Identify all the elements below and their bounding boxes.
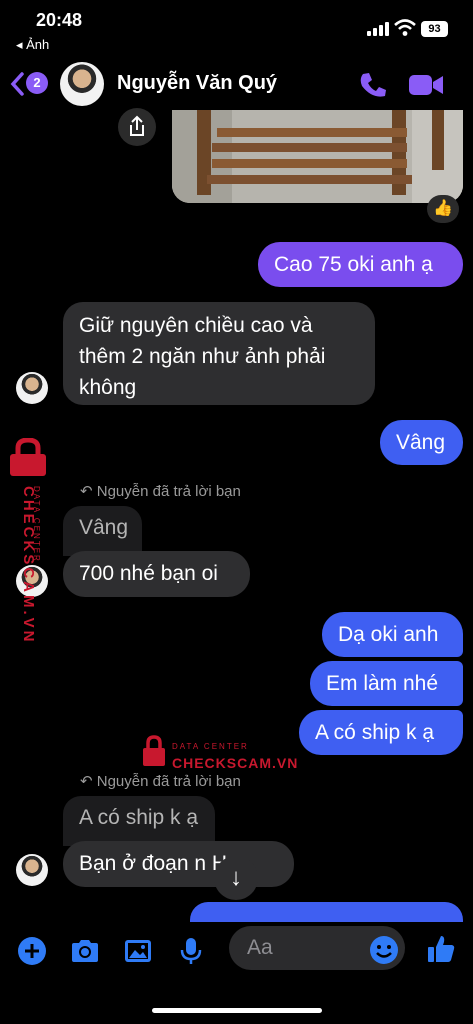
reply-arrow-icon: ↶ — [80, 483, 97, 500]
reply-note-text: Nguyễn đã trả lời bạn — [96, 483, 241, 500]
shared-photo[interactable] — [172, 110, 463, 203]
contact-avatar[interactable] — [60, 62, 104, 106]
reply-note: ↶ Nguyễn đã trả lời bạn — [80, 772, 241, 790]
emoji-icon[interactable] — [368, 934, 400, 966]
watermark-subtext: DATA CENTER — [32, 486, 41, 563]
outgoing-message[interactable]: Vâng — [380, 420, 463, 465]
reply-note-text: Nguyễn đã trả lời bạn — [96, 773, 241, 790]
battery-icon: 93 — [421, 21, 448, 37]
outgoing-message[interactable]: Em làm nhé — [310, 661, 463, 706]
message-line: Giữ nguyên chiều cao và — [79, 314, 313, 337]
incoming-message[interactable]: Giữ nguyên chiều cao và thêm 2 ngăn như … — [63, 302, 375, 405]
lock-watermark-icon — [143, 735, 165, 766]
outgoing-message[interactable]: Dạ oki anh — [322, 612, 463, 657]
watermark-subtext: DATA CENTER — [172, 742, 249, 751]
outgoing-message-partial[interactable] — [190, 902, 463, 922]
status-time: 20:48 — [36, 10, 83, 30]
incoming-message[interactable]: 700 nhé bạn oi — [63, 551, 250, 597]
outgoing-message[interactable]: Cao 75 oki anh ạ — [258, 242, 463, 287]
outgoing-message[interactable]: A có ship k ạ — [299, 710, 463, 755]
phone-call-icon[interactable] — [358, 70, 388, 100]
share-icon[interactable] — [118, 108, 156, 146]
reaction-badge[interactable]: 👍 — [427, 195, 459, 223]
plus-icon[interactable] — [16, 935, 48, 967]
message-input-placeholder: Aa — [247, 936, 273, 959]
reply-arrow-icon: ↶ — [80, 773, 97, 790]
video-call-icon[interactable] — [408, 70, 444, 100]
lock-watermark-icon — [10, 438, 46, 476]
home-indicator[interactable] — [152, 1008, 322, 1013]
gallery-icon[interactable] — [122, 935, 154, 967]
back-to-app-link[interactable]: ◂ Ảnh — [16, 37, 49, 53]
thumbs-up-icon[interactable] — [425, 933, 457, 965]
quoted-message[interactable]: A có ship k ạ — [63, 796, 215, 846]
reply-note: ↶ Nguyễn đã trả lời bạn — [80, 482, 241, 500]
signal-icon — [367, 22, 389, 36]
contact-name[interactable]: Nguyễn Văn Quý — [117, 72, 277, 95]
sender-avatar[interactable] — [16, 854, 48, 886]
scroll-down-button[interactable]: ↓ — [214, 856, 258, 900]
incoming-message[interactable]: Bạn ở đoạn n Hn — [63, 841, 294, 887]
unread-badge[interactable]: 2 — [26, 72, 48, 94]
watermark-text: CHECKSCAM.VN — [172, 755, 299, 771]
camera-icon[interactable] — [69, 935, 101, 967]
microphone-icon[interactable] — [175, 935, 207, 967]
sender-avatar[interactable] — [16, 372, 48, 404]
quoted-message[interactable]: Vâng — [63, 506, 142, 556]
message-line: không — [79, 376, 137, 399]
wifi-icon — [394, 19, 416, 36]
message-line: thêm 2 ngăn như ảnh phải — [79, 345, 326, 368]
